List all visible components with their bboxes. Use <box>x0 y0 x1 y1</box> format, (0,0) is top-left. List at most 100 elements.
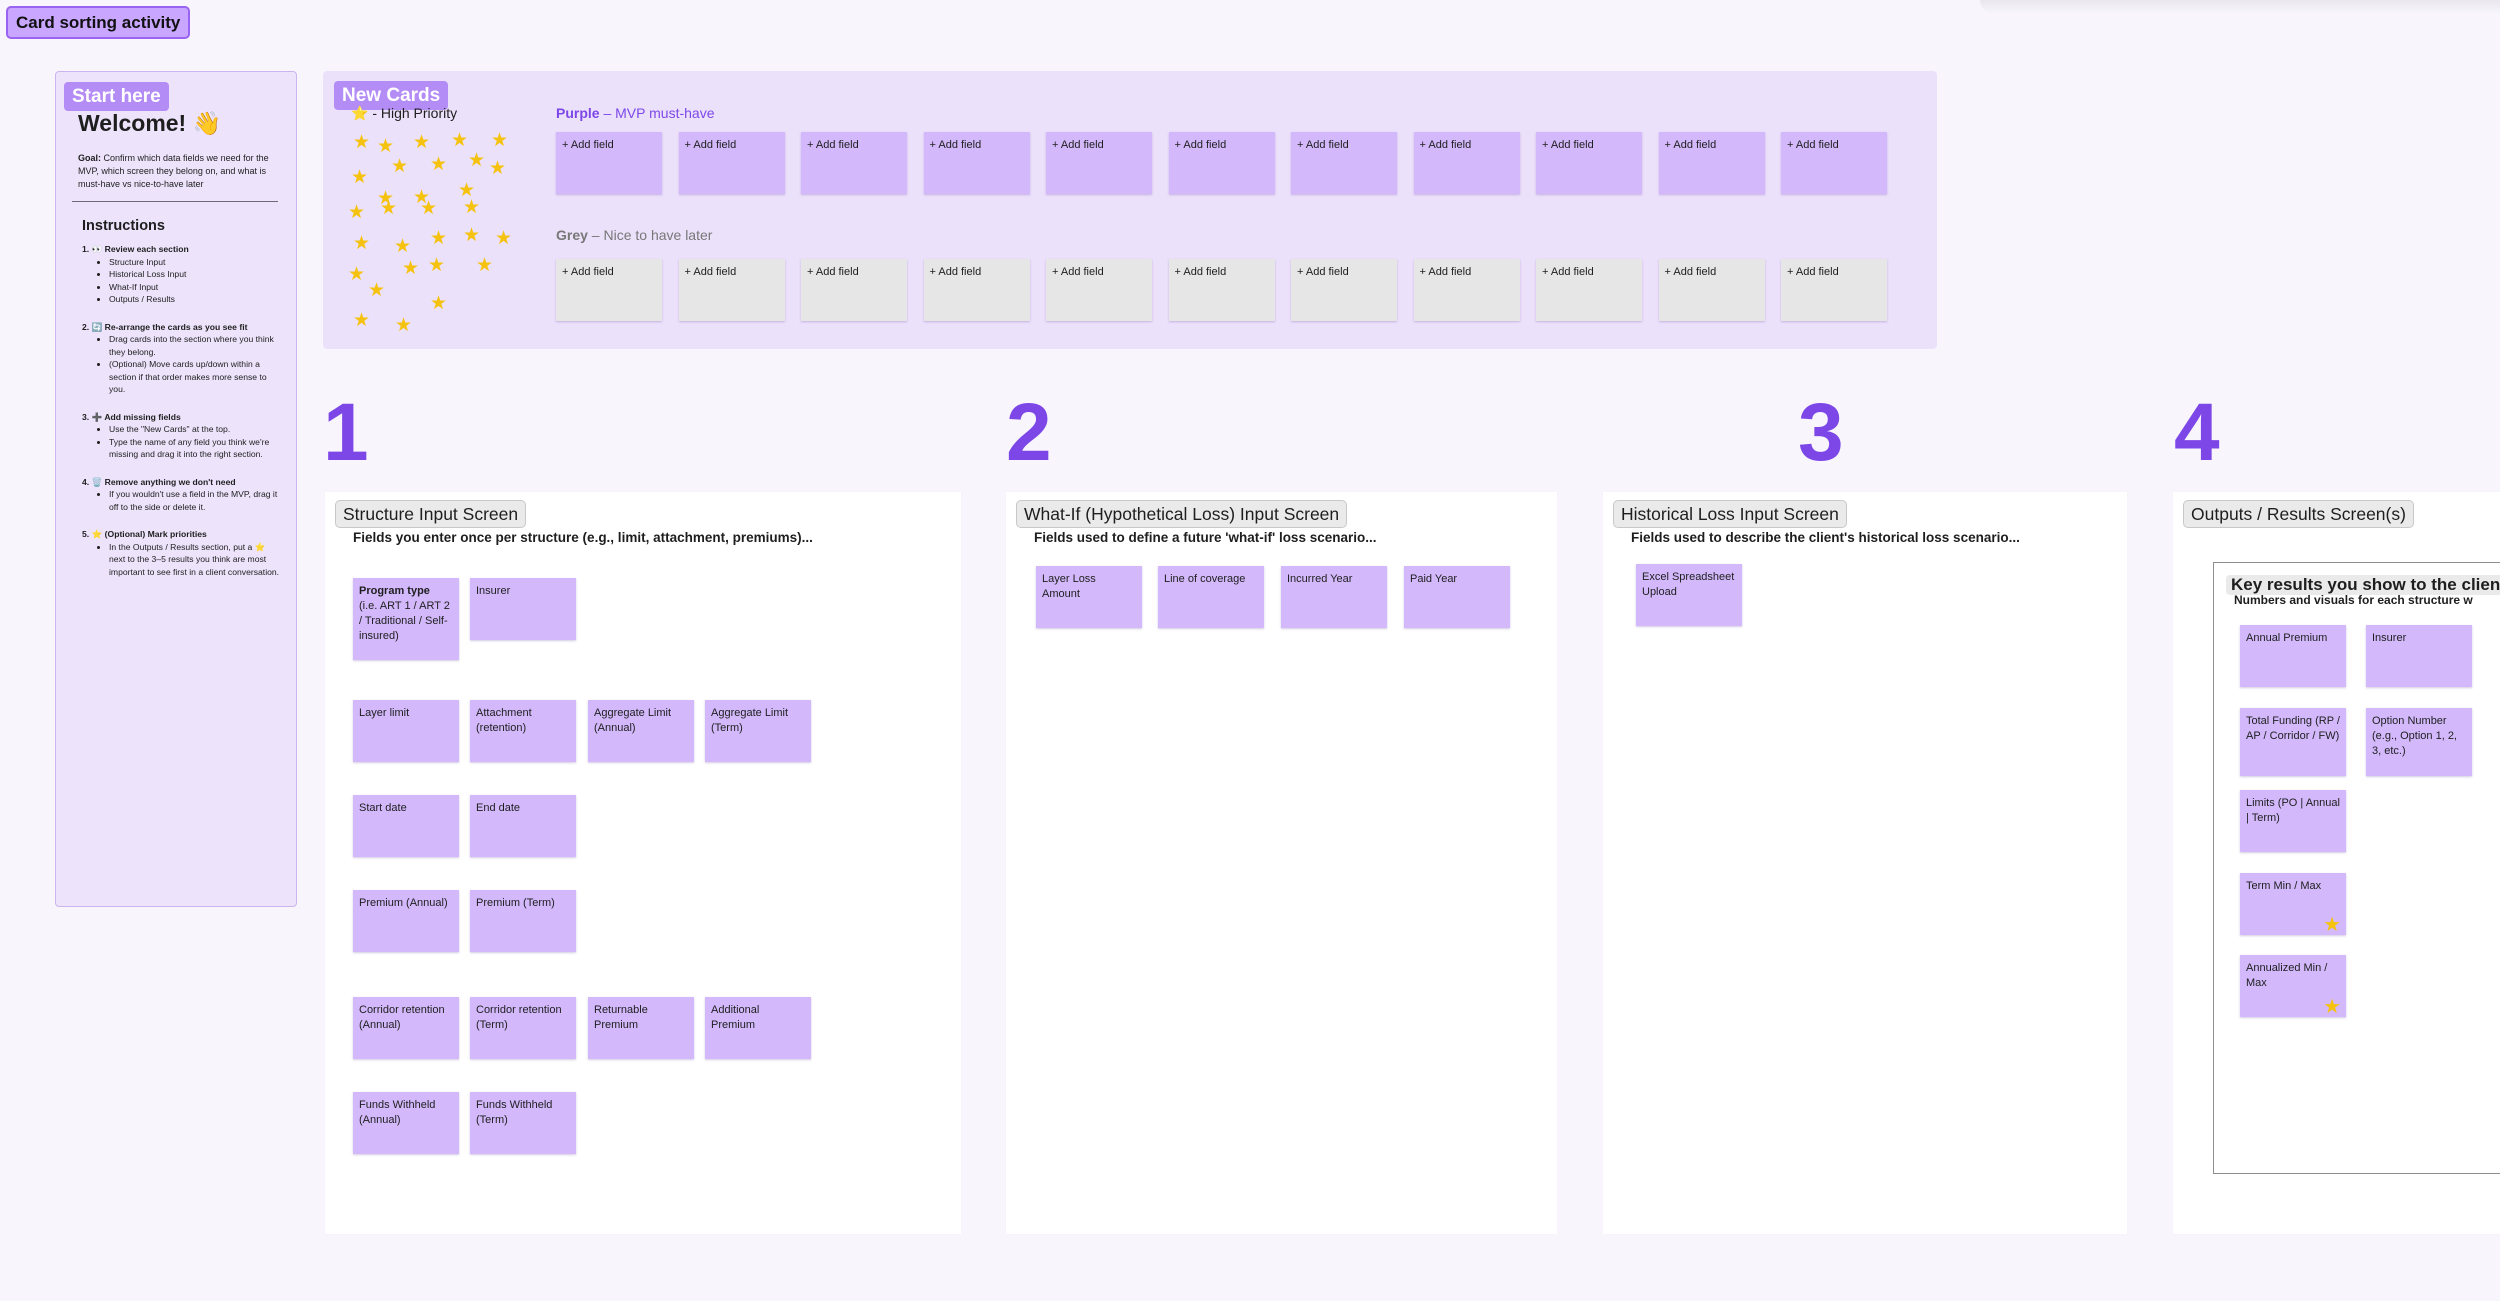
add-field-label: + Add field <box>1542 266 1594 278</box>
new-card-purple[interactable]: + Add field <box>1658 132 1765 194</box>
new-card-purple[interactable]: + Add field <box>1413 132 1520 194</box>
field-card[interactable]: Annualized Min / Max ★ <box>2240 955 2346 1017</box>
star-sticker-icon[interactable]: ★ <box>351 168 368 187</box>
field-card[interactable]: Paid Year <box>1404 566 1510 628</box>
field-card[interactable]: Excel Spreadsheet Upload <box>1636 564 1742 626</box>
field-card[interactable]: Additional Premium <box>705 997 811 1059</box>
star-sticker-icon[interactable]: ★ <box>430 229 447 248</box>
star-sticker-icon[interactable]: ★ <box>348 203 365 222</box>
new-card-grey[interactable]: + Add field <box>556 259 662 321</box>
add-field-label: + Add field <box>1787 139 1839 151</box>
new-card-purple[interactable]: + Add field <box>801 132 907 194</box>
star-sticker-icon[interactable]: ★ <box>353 133 370 152</box>
new-card-grey[interactable]: + Add field <box>1536 259 1642 321</box>
star-sticker-icon[interactable]: ★ <box>495 229 512 248</box>
field-card-label: Total Funding (RP / AP / Corridor / FW) <box>2246 715 2340 742</box>
new-cards-section[interactable]: New Cards ⭐ - High Priority ★ ★ ★ ★ ★ ★ ★ ★ ★ ★ ★ ★… <box>323 71 1937 349</box>
star-sticker-icon[interactable]: ★ <box>489 159 506 178</box>
star-sticker-icon[interactable]: ★ <box>476 256 493 275</box>
field-card[interactable]: Term Min / Max ★ <box>2240 873 2346 935</box>
key-results-frame[interactable]: Numbers and visuals for each structure w… <box>2213 562 2500 1174</box>
field-card[interactable]: Option Number (e.g., Option 1, 2, 3, etc… <box>2366 708 2472 776</box>
field-card[interactable]: Aggregate Limit (Term) <box>705 700 811 762</box>
star-sticker-icon[interactable]: ★ <box>491 131 508 150</box>
instruction-step: 4. 🗑️ Remove anything we don't needIf yo… <box>82 476 282 514</box>
field-card[interactable]: Limits (PO | Annual | Term) <box>2240 790 2346 852</box>
new-card-grey[interactable]: + Add field <box>1168 259 1275 321</box>
star-sticker-icon[interactable]: ★ <box>368 281 385 300</box>
priority-star-icon[interactable]: ★ <box>2323 997 2341 1017</box>
star-sticker-icon[interactable]: ★ <box>463 226 480 245</box>
new-card-grey[interactable]: + Add field <box>1781 259 1887 321</box>
new-card-grey[interactable]: + Add field <box>801 259 907 321</box>
what-if-input-section[interactable]: What-If (Hypothetical Loss) Input Screen… <box>1006 492 1557 1234</box>
new-card-grey[interactable]: + Add field <box>1658 259 1765 321</box>
star-sticker-icon[interactable]: ★ <box>394 237 411 256</box>
field-card[interactable]: Total Funding (RP / AP / Corridor / FW) <box>2240 708 2346 776</box>
new-card-purple[interactable]: + Add field <box>1781 132 1887 194</box>
field-card[interactable]: Attachment (retention) <box>470 700 576 762</box>
field-card[interactable]: Insurer <box>470 578 576 640</box>
instruction-step: 2. 🔄 Re-arrange the cards as you see fit… <box>82 321 282 396</box>
star-sticker-icon[interactable]: ★ <box>468 151 485 170</box>
new-card-purple[interactable]: + Add field <box>678 132 785 194</box>
star-sticker-icon[interactable]: ★ <box>353 311 370 330</box>
star-sticker-icon[interactable]: ★ <box>353 234 370 253</box>
board-title[interactable]: Card sorting activity <box>6 6 191 39</box>
star-sticker-icon[interactable]: ★ <box>377 137 394 156</box>
new-card-purple[interactable]: + Add field <box>1168 132 1275 194</box>
field-card[interactable]: Corridor retention (Term) <box>470 997 576 1059</box>
new-card-grey[interactable]: + Add field <box>1413 259 1520 321</box>
star-sticker-icon[interactable]: ★ <box>402 259 419 278</box>
instruction-item: In the Outputs / Results section, put a … <box>109 541 282 579</box>
outputs-results-section[interactable]: Outputs / Results Screen(s) Numbers and … <box>2173 492 2500 1234</box>
star-sticker-icon[interactable]: ★ <box>430 294 447 313</box>
star-sticker-icon[interactable]: ★ <box>451 131 468 150</box>
field-card[interactable]: Corridor retention (Annual) <box>353 997 459 1059</box>
new-card-purple[interactable]: + Add field <box>556 132 662 194</box>
star-sticker-icon[interactable]: ★ <box>430 155 447 174</box>
field-card[interactable]: Premium (Term) <box>470 890 576 952</box>
new-card-purple[interactable]: + Add field <box>1536 132 1642 194</box>
goal-text: Goal: Confirm which data fields we need … <box>78 153 269 189</box>
historical-loss-input-section[interactable]: Historical Loss Input Screen Fields used… <box>1603 492 2127 1234</box>
instruction-step-items: If you wouldn't use a field in the MVP, … <box>82 488 282 513</box>
star-sticker-icon[interactable]: ★ <box>391 157 408 176</box>
new-card-purple[interactable]: + Add field <box>1046 132 1152 194</box>
new-card-purple[interactable]: + Add field <box>923 132 1030 194</box>
structure-input-section[interactable]: Structure Input Screen Fields you enter … <box>325 492 961 1234</box>
start-here-panel[interactable]: Start here Welcome! 👋 Goal: Confirm whic… <box>55 71 297 907</box>
field-card[interactable]: Aggregate Limit (Annual) <box>588 700 694 762</box>
field-card[interactable]: Returnable Premium <box>588 997 694 1059</box>
field-card[interactable]: Insurer <box>2366 625 2472 687</box>
field-card[interactable]: Annual Premium <box>2240 625 2346 687</box>
field-card[interactable]: Funds Withheld (Annual) <box>353 1092 459 1154</box>
field-card[interactable]: Premium (Annual) <box>353 890 459 952</box>
star-sticker-icon[interactable]: ★ <box>413 133 430 152</box>
field-card[interactable]: Layer Loss Amount <box>1036 566 1142 628</box>
field-card[interactable]: End date <box>470 795 576 857</box>
new-card-grey[interactable]: + Add field <box>1291 259 1397 321</box>
new-card-grey[interactable]: + Add field <box>678 259 785 321</box>
field-card[interactable]: Incurred Year <box>1281 566 1387 628</box>
priority-star-icon[interactable]: ★ <box>2323 915 2341 935</box>
star-sticker-icon[interactable]: ★ <box>463 198 480 217</box>
star-sticker-icon[interactable]: ★ <box>428 256 445 275</box>
add-field-label: + Add field <box>1419 266 1472 278</box>
new-card-grey[interactable]: + Add field <box>923 259 1030 321</box>
new-card-grey[interactable]: + Add field <box>1046 259 1152 321</box>
field-card[interactable]: Line of coverage <box>1158 566 1264 628</box>
add-field-label: + Add field <box>562 266 614 278</box>
field-card[interactable]: Layer limit <box>353 700 459 762</box>
star-sticker-icon[interactable]: ★ <box>395 316 412 335</box>
star-sticker-icon[interactable]: ★ <box>420 199 437 218</box>
field-card-label: Funds Withheld (Annual) <box>359 1099 436 1126</box>
new-card-purple[interactable]: + Add field <box>1291 132 1397 194</box>
field-card[interactable]: Start date <box>353 795 459 857</box>
add-field-label: + Add field <box>929 266 982 278</box>
field-card[interactable]: Program type (i.e. ART 1 / ART 2 / Tradit… <box>353 578 459 660</box>
field-card-label: Annualized Min / Max <box>2246 962 2328 989</box>
field-card[interactable]: Funds Withheld (Term) <box>470 1092 576 1154</box>
star-sticker-icon[interactable]: ★ <box>348 265 365 284</box>
star-sticker-icon[interactable]: ★ <box>380 199 397 218</box>
